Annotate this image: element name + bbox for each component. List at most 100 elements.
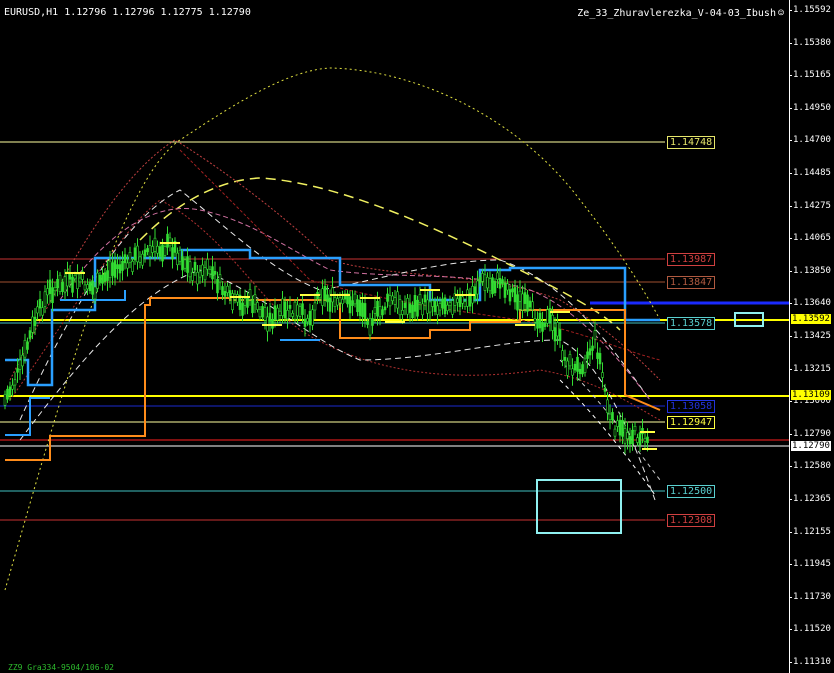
candle-body — [446, 304, 449, 311]
candle-body — [483, 274, 487, 291]
candle-body — [31, 316, 34, 333]
candle-body — [236, 294, 239, 303]
price-axis-tick: 1.12790 — [793, 428, 831, 439]
price-axis-tick-mark — [789, 368, 792, 370]
candle-body — [371, 318, 374, 326]
candle-body — [628, 436, 632, 445]
candle-body — [313, 302, 317, 311]
candle-body — [636, 437, 639, 443]
candle-body — [258, 309, 262, 318]
candle-body — [516, 294, 519, 311]
candle-body — [73, 274, 77, 280]
candle-body — [301, 303, 304, 315]
price-axis-tick-mark — [789, 629, 792, 631]
price-axis-tick-mark — [789, 499, 792, 500]
candle-body — [183, 259, 187, 269]
candle-body — [528, 300, 532, 308]
candle-body — [556, 322, 559, 337]
candle-body — [68, 273, 72, 280]
candle-body — [631, 429, 634, 445]
candle-body — [508, 289, 512, 302]
candle-body — [618, 419, 622, 436]
candle-body — [488, 278, 492, 292]
candle-body — [13, 379, 17, 386]
price-axis-tick: 1.11945 — [793, 559, 831, 570]
candle-body — [263, 307, 267, 321]
candle-body — [621, 419, 624, 437]
price-axis[interactable]: 1.15592 1.15380 1.15165 1.14950 1.14700 1.144… — [789, 0, 834, 673]
price-axis-tick-mark — [789, 10, 792, 11]
price-axis-tick-mark — [789, 42, 792, 44]
candle-body — [193, 261, 197, 271]
candle-body — [26, 341, 29, 350]
candle-body — [98, 275, 102, 283]
dark-red-curve — [179, 149, 661, 361]
candle-body — [601, 372, 604, 378]
candle-body — [493, 281, 497, 294]
candle-body — [43, 291, 47, 307]
candle-body — [576, 356, 579, 372]
candle-body — [368, 317, 372, 336]
candle-body — [223, 291, 227, 297]
candle-body — [271, 319, 274, 329]
candle-body — [573, 363, 577, 371]
candle-body — [366, 321, 369, 325]
candle-body — [303, 318, 307, 327]
candle-body — [38, 298, 42, 309]
candle-body — [246, 298, 249, 308]
candle-body — [376, 300, 379, 317]
candle-body — [178, 250, 182, 262]
price-axis-tick: 1.12580 — [793, 461, 831, 472]
candle-body — [293, 301, 297, 320]
candle-body — [328, 297, 332, 312]
candle-body — [11, 384, 14, 390]
price-axis-tick: 1.14700 — [793, 135, 831, 146]
price-chart-area[interactable] — [0, 0, 789, 673]
price-tag-current: 1.12790 — [791, 441, 831, 451]
orange-step-line — [5, 297, 661, 461]
price-axis-tick: 1.14485 — [793, 168, 831, 178]
candle-body — [353, 293, 357, 305]
candle-body — [283, 301, 287, 319]
candle-body — [506, 283, 509, 291]
smiley-icon[interactable]: ☺ — [778, 8, 784, 19]
candle-body — [451, 300, 454, 315]
price-axis-tick-mark — [789, 662, 792, 663]
candle-body — [28, 330, 32, 339]
candle-body — [561, 350, 564, 361]
candle-body — [118, 264, 122, 274]
candle-body — [431, 300, 434, 307]
candle-body — [171, 247, 174, 260]
level-label-13058: 1.13058 — [667, 400, 716, 413]
candle-body — [256, 302, 259, 310]
candle-body — [461, 296, 464, 304]
candle-body — [51, 287, 54, 303]
candle-body — [311, 309, 314, 326]
candle-body — [586, 351, 589, 359]
candle-body — [538, 312, 542, 329]
candle-body — [113, 260, 117, 278]
candle-body — [401, 309, 404, 315]
candle-body — [83, 284, 87, 291]
price-axis-tick-mark — [789, 140, 792, 142]
price-axis-tick: 1.14275 — [793, 200, 831, 211]
candle-body — [476, 280, 479, 295]
price-axis-tick-mark — [789, 596, 792, 598]
price-axis-tick-mark — [789, 238, 792, 240]
price-axis-tick-mark — [789, 466, 792, 468]
price-axis-tick: 1.13425 — [793, 331, 831, 341]
level-label-13987: 1.13987 — [667, 253, 716, 266]
candle-body — [438, 303, 442, 311]
candle-body — [211, 266, 214, 280]
price-axis-tick: 1.12155 — [793, 526, 831, 537]
candle-body — [108, 260, 112, 278]
price-axis-tick: 1.11520 — [793, 624, 831, 635]
candle-body — [458, 295, 462, 307]
candle-body — [608, 413, 612, 420]
price-axis-tick-mark — [789, 564, 792, 566]
candle-body — [208, 269, 212, 275]
candle-body — [188, 261, 192, 278]
candle-body — [146, 248, 149, 253]
candle-body — [251, 299, 254, 314]
level-label-12947: 1.12947 — [667, 416, 716, 429]
